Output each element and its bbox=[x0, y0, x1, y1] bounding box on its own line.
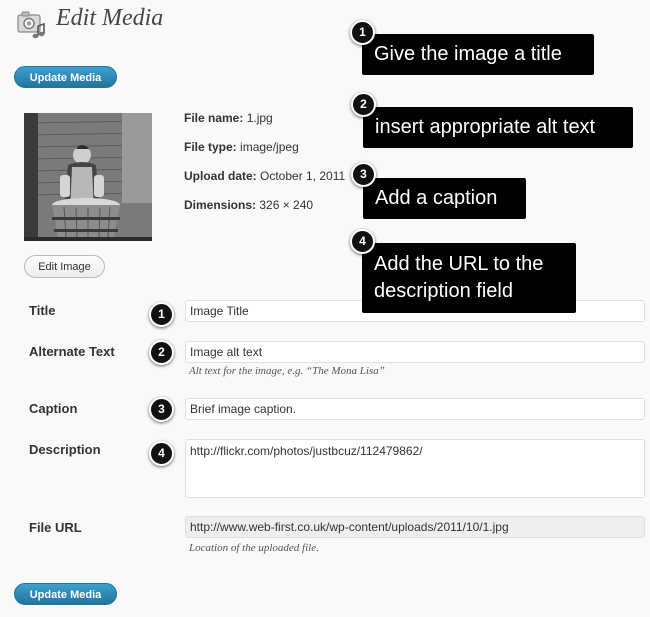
media-camera-icon bbox=[17, 11, 45, 39]
callout-4-text-line1: Add the URL to the bbox=[374, 253, 544, 275]
media-thumbnail bbox=[24, 113, 152, 241]
photo-woman-washtub-image bbox=[24, 113, 152, 241]
file-name-value: 1.jpg bbox=[246, 111, 273, 125]
upload-date-value: October 1, 2011 bbox=[260, 169, 346, 183]
callout-3: Add a caption bbox=[363, 178, 526, 219]
upload-date-label: Upload date: bbox=[184, 169, 257, 183]
description-label: Description bbox=[29, 442, 101, 457]
file-type-info: File type: image/jpeg bbox=[184, 140, 299, 154]
alt-text-help: Alt text for the image, e.g. “The Mona L… bbox=[189, 365, 385, 377]
callout-4-text-line2: description field bbox=[374, 280, 513, 302]
alt-text-label: Alternate Text bbox=[29, 344, 115, 359]
file-type-label: File type: bbox=[184, 140, 237, 154]
caption-input[interactable] bbox=[185, 398, 645, 420]
callout-1-text: Give the image a title bbox=[374, 43, 562, 65]
callout-2: insert appropriate alt text bbox=[363, 107, 633, 148]
dimensions-value: 326 × 240 bbox=[259, 198, 314, 212]
page-title: Edit Media bbox=[56, 5, 164, 31]
step-badge-3: 3 bbox=[149, 397, 174, 422]
upload-date-info: Upload date: October 1, 2011 bbox=[184, 169, 345, 183]
update-media-button-bottom[interactable]: Update Media bbox=[14, 583, 117, 605]
callout-badge-2: 2 bbox=[351, 92, 376, 117]
file-url-label: File URL bbox=[29, 520, 82, 535]
step-badge-2: 2 bbox=[149, 340, 174, 365]
callout-4: Add the URL to the description field bbox=[362, 243, 576, 313]
alt-text-input[interactable] bbox=[185, 341, 645, 363]
title-label: Title bbox=[29, 303, 56, 318]
file-name-label: File name: bbox=[184, 111, 244, 125]
step-badge-4: 4 bbox=[149, 441, 174, 466]
callout-3-text: Add a caption bbox=[375, 187, 498, 209]
callout-badge-1: 1 bbox=[350, 20, 375, 45]
file-url-input[interactable] bbox=[185, 516, 645, 538]
dimensions-label: Dimensions: bbox=[184, 198, 257, 212]
callout-badge-3: 3 bbox=[351, 162, 376, 187]
caption-label: Caption bbox=[29, 401, 78, 416]
callout-2-text: insert appropriate alt text bbox=[375, 116, 596, 138]
callout-badge-4: 4 bbox=[350, 229, 375, 254]
edit-image-button[interactable]: Edit Image bbox=[24, 255, 105, 278]
description-textarea[interactable]: http://flickr.com/photos/justbcuz/112479… bbox=[185, 439, 645, 498]
file-type-value: image/jpeg bbox=[240, 140, 299, 154]
step-badge-1: 1 bbox=[149, 302, 174, 327]
dimensions-info: Dimensions: 326 × 240 bbox=[184, 198, 313, 212]
callout-1: Give the image a title bbox=[362, 34, 594, 75]
update-media-button-top[interactable]: Update Media bbox=[14, 66, 117, 88]
file-name-info: File name: 1.jpg bbox=[184, 111, 273, 125]
file-url-help: Location of the uploaded file. bbox=[189, 542, 319, 554]
